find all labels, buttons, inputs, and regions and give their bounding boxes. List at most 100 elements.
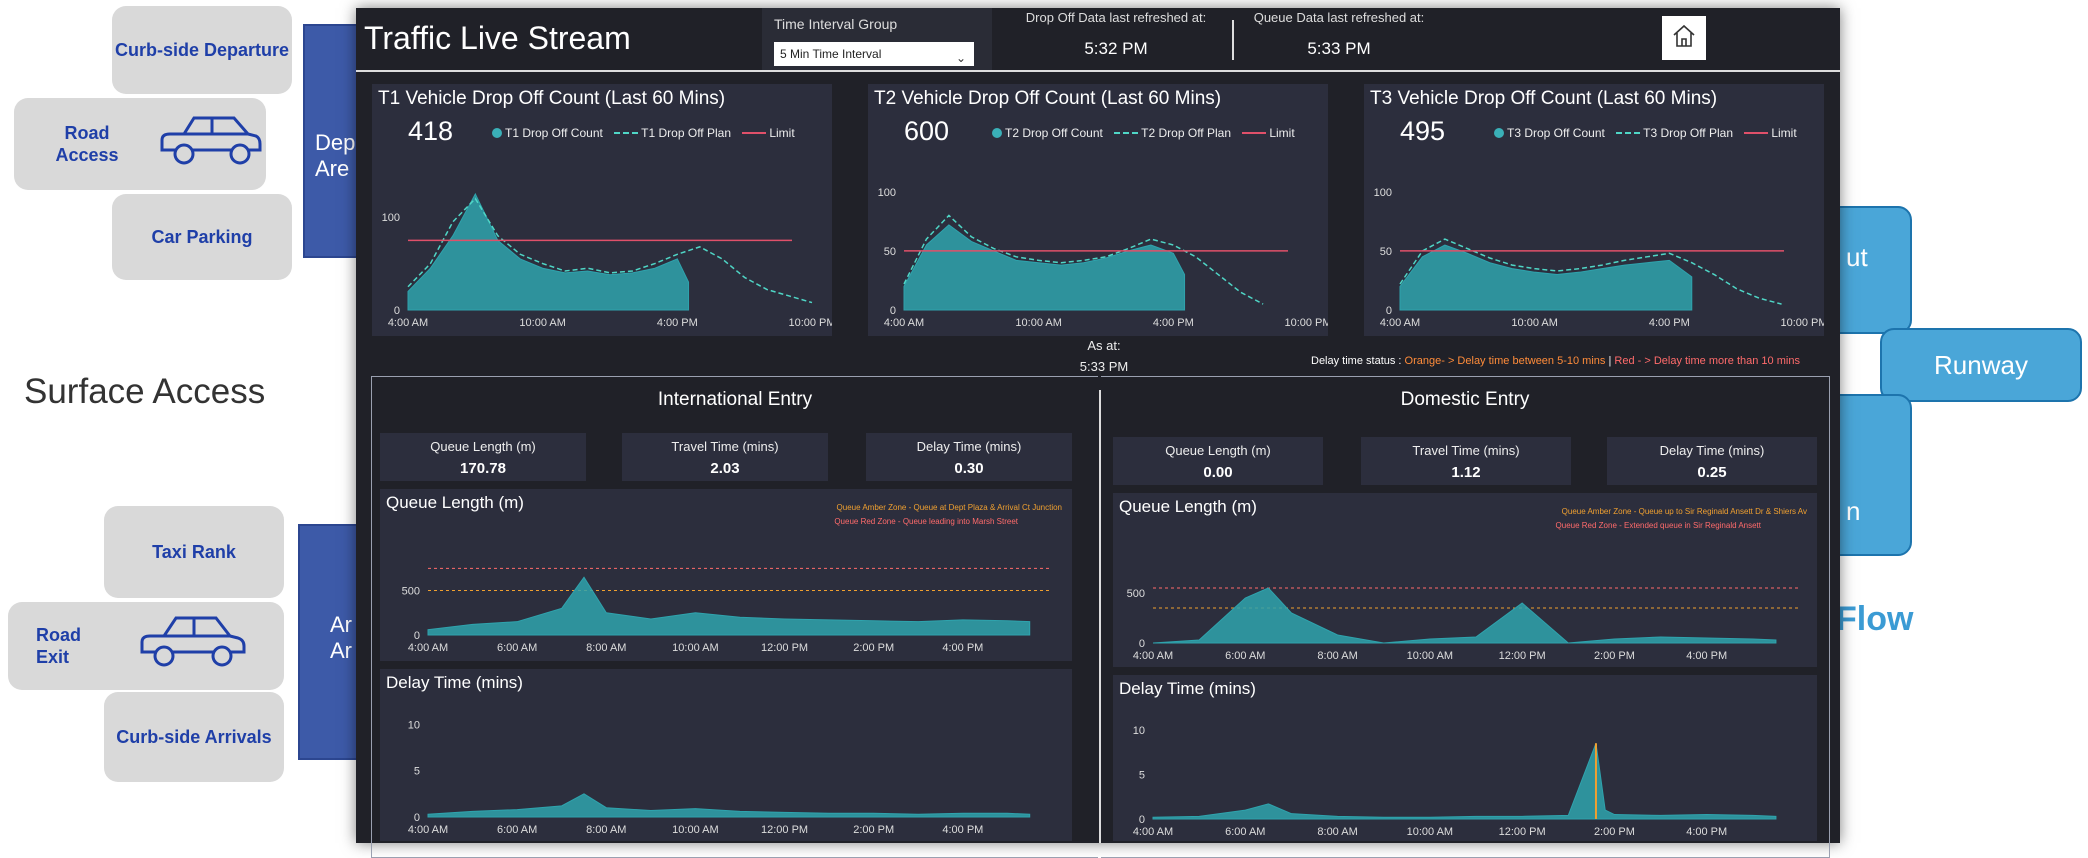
x-tick-label: 10:00 AM bbox=[1407, 650, 1453, 662]
intl-queue-chart-title: Queue Length (m) bbox=[386, 493, 524, 512]
dom-queue-chart: 0 500 4:00 AM 6:00 AM 8:00 AM 10:00 AM 12:00 P… bbox=[1127, 587, 1799, 662]
x-tick-label: 8:00 AM bbox=[586, 824, 626, 836]
home-button[interactable] bbox=[1662, 16, 1706, 60]
dom-amber-zone-note: Queue Amber Zone - Queue up to Sir Regin… bbox=[1561, 507, 1807, 516]
international-entry-title: International Entry bbox=[657, 389, 813, 410]
ticket-label: Road Access bbox=[55, 123, 119, 165]
dropoff-refresh-time: 5:32 PM bbox=[1084, 39, 1148, 58]
y-tick-label: 10 bbox=[408, 719, 420, 731]
x-tick-label: 6:00 AM bbox=[497, 824, 537, 836]
right-top-label: ut bbox=[1846, 242, 1868, 272]
legend-dot bbox=[992, 128, 1002, 138]
series-area bbox=[1399, 244, 1693, 311]
chevron-down-icon: ⌄ bbox=[955, 51, 966, 65]
surface-access-label: Surface Access bbox=[24, 372, 266, 411]
traffic-dashboard: Traffic Live Stream Time Interval Group … bbox=[356, 8, 1840, 858]
queue-refresh: Queue Data last refreshed at: 5:33 PM bbox=[1244, 10, 1434, 59]
ticket-curbside-arrivals: Curb-side Arrivals bbox=[104, 692, 284, 782]
y-tick-label: 0 bbox=[1386, 305, 1392, 317]
card-value: 0.30 bbox=[954, 460, 984, 477]
legend-limit: Limit bbox=[769, 126, 795, 140]
x-tick-label: 4:00 AM bbox=[408, 824, 448, 836]
time-interval-value: 5 Min Time Interval bbox=[780, 47, 882, 61]
legend-limit: Limit bbox=[1771, 126, 1797, 140]
x-tick-label: 12:00 PM bbox=[1499, 650, 1546, 662]
t1-dropoff-chart: 0 100 4:00 AM 10:00 AM 4:00 PM 10:00 PM bbox=[382, 192, 832, 329]
as-at-time: 5:33 PM bbox=[1079, 359, 1129, 374]
x-tick-label: 10:00 AM bbox=[672, 642, 718, 654]
card-label: Queue Length (m) bbox=[430, 439, 536, 454]
time-interval-group: Time Interval Group 5 Min Time Interval … bbox=[762, 8, 992, 70]
t2-dropoff-chart: 0 50 100 4:00 AM 10:00 AM 4:00 PM 10:00 PM bbox=[878, 187, 1328, 329]
x-tick-label: 10:00 PM bbox=[1780, 317, 1824, 329]
card-value: 170.78 bbox=[460, 460, 506, 477]
dom-queue-length-card: Queue Length (m) 0.00 bbox=[1113, 437, 1323, 485]
as-at: As at: 5:33 PM bbox=[1044, 338, 1164, 374]
time-interval-label: Time Interval Group bbox=[774, 16, 898, 32]
international-entry-section: International Entry Queue Length (m) 170… bbox=[371, 376, 1098, 858]
legend-plan: T2 Drop Off Plan bbox=[1141, 126, 1231, 140]
y-tick-label: 50 bbox=[1380, 246, 1392, 258]
card-label: Queue Length (m) bbox=[1165, 443, 1271, 458]
time-interval-select[interactable]: 5 Min Time Interval ⌄ bbox=[774, 42, 974, 66]
x-tick-label: 4:00 PM bbox=[942, 824, 983, 836]
t1-dropoff-count: 418 bbox=[408, 116, 454, 146]
ticket-curbside-departure: Curb-side Departure bbox=[112, 6, 292, 94]
ticket-label: Curb-side Arrivals bbox=[116, 727, 272, 747]
x-tick-label: 4:00 PM bbox=[1686, 650, 1727, 662]
t2-dropoff-count: 600 bbox=[904, 116, 950, 146]
delay-status-label: Delay time status : bbox=[1311, 355, 1405, 367]
right-bottom-box: n bbox=[1838, 394, 1912, 556]
legend-limit-line bbox=[742, 132, 767, 134]
y-tick-label: 100 bbox=[878, 187, 896, 199]
domestic-entry-title: Domestic Entry bbox=[1400, 389, 1530, 410]
x-tick-label: 10:00 AM bbox=[1511, 317, 1557, 329]
intl-queue-chart: 0 500 4:00 AM 6:00 AM 8:00 AM 10:00 AM 12:00 P… bbox=[402, 567, 1052, 654]
right-top-box: ut bbox=[1838, 206, 1912, 334]
t1-panel-title: T1 Vehicle Drop Off Count (Last 60 Mins) bbox=[378, 88, 726, 109]
y-tick-label: 100 bbox=[1374, 187, 1392, 199]
intl-delay-chart-panel: Delay Time (mins) 0 5 10 4:00 AM 6:00 AM 8:00… bbox=[380, 669, 1072, 841]
legend-dash bbox=[614, 132, 639, 134]
y-tick-label: 10 bbox=[1133, 725, 1145, 737]
card-label: Delay Time (mins) bbox=[916, 439, 1022, 454]
x-tick-label: 4:00 PM bbox=[1153, 317, 1194, 329]
y-tick-label: 0 bbox=[414, 630, 420, 642]
x-tick-label: 6:00 AM bbox=[1225, 650, 1265, 662]
right-bottom-label: n bbox=[1846, 496, 1861, 526]
queue-refresh-label: Queue Data last refreshed at: bbox=[1253, 10, 1425, 25]
y-tick-label: 0 bbox=[890, 305, 896, 317]
x-tick-label: 4:00 AM bbox=[1133, 826, 1173, 838]
x-tick-label: 4:00 AM bbox=[884, 317, 924, 329]
dropoff-refresh-label: Drop Off Data last refreshed at: bbox=[1025, 10, 1207, 25]
y-tick-label: 0 bbox=[1139, 814, 1145, 826]
delay-status-red: Red - > Delay time more than 10 mins bbox=[1614, 355, 1800, 367]
dom-red-zone-note: Queue Red Zone - Extended queue in Sir R… bbox=[1555, 521, 1761, 530]
series-area bbox=[1152, 587, 1777, 644]
x-tick-label: 4:00 PM bbox=[657, 317, 698, 329]
y-tick-label: 5 bbox=[1139, 769, 1145, 781]
card-label: Travel Time (mins) bbox=[671, 439, 779, 454]
home-icon bbox=[1671, 23, 1697, 54]
legend-plan: T1 Drop Off Plan bbox=[641, 126, 731, 140]
legend-count: T1 Drop Off Count bbox=[505, 126, 603, 140]
t3-dropoff-chart: 0 50 100 4:00 AM 10:00 AM 4:00 PM 10:00 PM bbox=[1374, 187, 1824, 329]
series-area bbox=[427, 793, 1031, 818]
runway-label: Runway bbox=[1934, 349, 2028, 380]
t2-dropoff-panel: T2 Vehicle Drop Off Count (Last 60 Mins)… bbox=[868, 84, 1328, 336]
x-tick-label: 4:00 PM bbox=[942, 642, 983, 654]
x-tick-label: 12:00 PM bbox=[1499, 826, 1546, 838]
ticket-label: Taxi Rank bbox=[152, 542, 236, 562]
t2-legend: T2 Drop Off Count T2 Drop Off Plan Limit bbox=[992, 126, 1295, 140]
header-rule bbox=[356, 70, 1840, 72]
runway-box: Runway bbox=[1880, 328, 2082, 402]
ticket-car-parking: Car Parking bbox=[112, 194, 292, 280]
ticket-label: Road Exit bbox=[36, 625, 81, 667]
y-tick-label: 0 bbox=[414, 812, 420, 824]
dom-delay-chart-panel: Delay Time (mins) 0 5 10 4:00 AM 6:00 AM 8:00… bbox=[1113, 675, 1817, 841]
card-label: Travel Time (mins) bbox=[1412, 443, 1520, 458]
header-divider bbox=[1232, 20, 1234, 60]
t3-legend: T3 Drop Off Count T3 Drop Off Plan Limit bbox=[1494, 126, 1797, 140]
x-tick-label: 4:00 PM bbox=[1686, 826, 1727, 838]
dom-delay-chart: 0 5 10 4:00 AM 6:00 AM 8:00 AM 10:00 AM 12:00 P… bbox=[1133, 725, 1777, 838]
